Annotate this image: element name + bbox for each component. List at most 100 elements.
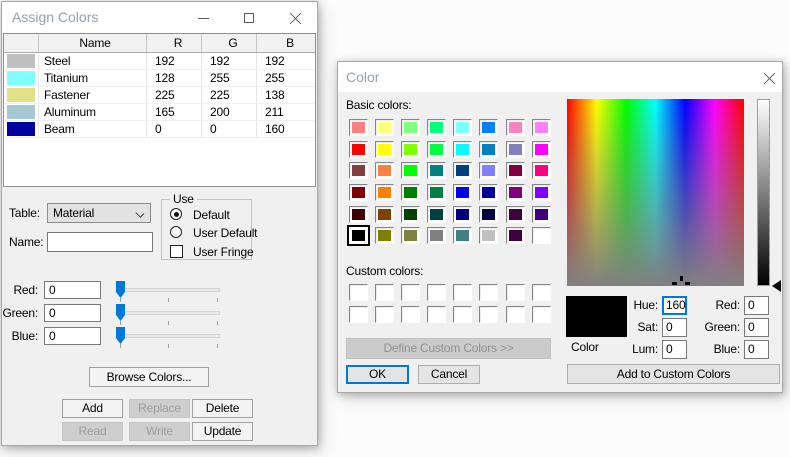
custom-color-swatch[interactable] bbox=[453, 306, 472, 323]
blue-input[interactable]: 0 bbox=[44, 327, 101, 345]
blue-slider-track[interactable] bbox=[117, 334, 220, 338]
basic-color-swatch[interactable] bbox=[427, 227, 446, 244]
basic-color-swatch[interactable] bbox=[401, 119, 420, 136]
header-b[interactable]: B bbox=[257, 34, 315, 52]
blue-field-input[interactable]: 0 bbox=[744, 340, 769, 359]
green-input[interactable]: 0 bbox=[44, 304, 101, 322]
basic-color-swatch[interactable] bbox=[427, 119, 446, 136]
radio-user-default-icon[interactable] bbox=[170, 226, 182, 238]
browse-colors-button[interactable]: Browse Colors... bbox=[89, 367, 209, 387]
basic-color-swatch[interactable] bbox=[401, 206, 420, 223]
assign-colors-titlebar[interactable]: Assign Colors bbox=[2, 2, 317, 33]
basic-color-swatch[interactable] bbox=[479, 162, 498, 179]
basic-color-swatch[interactable] bbox=[479, 206, 498, 223]
add-to-custom-colors-button[interactable]: Add to Custom Colors bbox=[567, 364, 780, 384]
table-row[interactable]: Titanium 128 255 255 bbox=[4, 70, 315, 87]
basic-color-swatch[interactable] bbox=[349, 206, 368, 223]
ok-button[interactable]: OK bbox=[346, 365, 409, 384]
header-r[interactable]: R bbox=[147, 34, 202, 52]
hue-saturation-field[interactable] bbox=[567, 99, 744, 286]
custom-color-swatch[interactable] bbox=[401, 284, 420, 301]
basic-color-swatch[interactable] bbox=[349, 227, 368, 244]
delete-button[interactable]: Delete bbox=[192, 399, 253, 418]
red-field-input[interactable]: 0 bbox=[744, 296, 769, 315]
basic-color-swatch[interactable] bbox=[532, 206, 551, 223]
custom-color-swatch[interactable] bbox=[479, 284, 498, 301]
custom-color-swatch[interactable] bbox=[375, 306, 394, 323]
basic-color-swatch[interactable] bbox=[532, 119, 551, 136]
custom-color-swatch[interactable] bbox=[506, 284, 525, 301]
basic-color-swatch[interactable] bbox=[375, 227, 394, 244]
basic-color-swatch[interactable] bbox=[532, 162, 551, 179]
custom-color-swatch[interactable] bbox=[401, 306, 420, 323]
close-icon[interactable] bbox=[764, 72, 776, 84]
basic-color-swatch[interactable] bbox=[532, 184, 551, 201]
table-row[interactable]: Beam 0 0 160 bbox=[4, 121, 315, 138]
custom-color-swatch[interactable] bbox=[532, 306, 551, 323]
material-color-table[interactable]: Name R G B Steel 192 192 192 Titanium 12… bbox=[3, 33, 316, 187]
basic-color-swatch[interactable] bbox=[506, 227, 525, 244]
custom-color-swatch[interactable] bbox=[427, 306, 446, 323]
basic-color-swatch[interactable] bbox=[401, 227, 420, 244]
basic-color-swatch[interactable] bbox=[427, 184, 446, 201]
basic-color-swatch[interactable] bbox=[453, 184, 472, 201]
basic-color-swatch[interactable] bbox=[453, 227, 472, 244]
maximize-icon[interactable] bbox=[244, 13, 254, 23]
basic-color-swatch[interactable] bbox=[479, 227, 498, 244]
basic-color-swatch[interactable] bbox=[349, 119, 368, 136]
basic-color-swatch[interactable] bbox=[532, 227, 551, 244]
basic-color-swatch[interactable] bbox=[349, 162, 368, 179]
minimize-icon[interactable] bbox=[198, 18, 209, 19]
basic-color-swatch[interactable] bbox=[506, 206, 525, 223]
basic-color-swatch[interactable] bbox=[453, 162, 472, 179]
luminance-bar[interactable] bbox=[757, 99, 770, 286]
cancel-button[interactable]: Cancel bbox=[418, 365, 480, 384]
checkbox-user-fringe-icon[interactable] bbox=[170, 245, 183, 258]
basic-color-swatch[interactable] bbox=[453, 141, 472, 158]
custom-color-swatch[interactable] bbox=[506, 306, 525, 323]
basic-color-swatch[interactable] bbox=[506, 119, 525, 136]
basic-color-swatch[interactable] bbox=[532, 141, 551, 158]
basic-color-swatch[interactable] bbox=[375, 162, 394, 179]
table-combobox[interactable]: Material bbox=[47, 203, 151, 223]
update-button[interactable]: Update bbox=[192, 422, 253, 441]
header-swatch[interactable] bbox=[4, 34, 39, 52]
basic-color-swatch[interactable] bbox=[401, 141, 420, 158]
table-row[interactable]: Steel 192 192 192 bbox=[4, 53, 315, 70]
table-row[interactable]: Aluminum 165 200 211 bbox=[4, 104, 315, 121]
luminance-arrow[interactable] bbox=[772, 280, 781, 292]
header-g[interactable]: G bbox=[202, 34, 257, 52]
custom-color-swatch[interactable] bbox=[479, 306, 498, 323]
basic-color-swatch[interactable] bbox=[506, 162, 525, 179]
name-input[interactable] bbox=[47, 232, 153, 252]
radio-default-icon[interactable] bbox=[170, 208, 182, 220]
basic-color-swatch[interactable] bbox=[427, 162, 446, 179]
basic-color-swatch[interactable] bbox=[401, 162, 420, 179]
color-dialog-titlebar[interactable]: Color bbox=[338, 62, 782, 92]
basic-color-swatch[interactable] bbox=[479, 119, 498, 136]
blue-slider-thumb[interactable] bbox=[116, 327, 125, 344]
basic-color-swatch[interactable] bbox=[349, 141, 368, 158]
table-row[interactable]: Fastener 225 225 138 bbox=[4, 87, 315, 104]
red-slider-track[interactable] bbox=[117, 288, 220, 292]
basic-color-swatch[interactable] bbox=[375, 119, 394, 136]
red-slider-thumb[interactable] bbox=[116, 281, 125, 298]
custom-color-swatch[interactable] bbox=[375, 284, 394, 301]
basic-color-swatch[interactable] bbox=[427, 206, 446, 223]
custom-color-swatch[interactable] bbox=[532, 284, 551, 301]
basic-color-swatch[interactable] bbox=[479, 141, 498, 158]
basic-color-swatch[interactable] bbox=[375, 184, 394, 201]
add-button[interactable]: Add bbox=[62, 399, 123, 418]
basic-color-swatch[interactable] bbox=[453, 119, 472, 136]
basic-color-swatch[interactable] bbox=[453, 206, 472, 223]
basic-color-swatch[interactable] bbox=[375, 206, 394, 223]
custom-color-swatch[interactable] bbox=[349, 284, 368, 301]
green-field-input[interactable]: 0 bbox=[744, 318, 769, 337]
red-input[interactable]: 0 bbox=[44, 281, 101, 299]
basic-color-swatch[interactable] bbox=[479, 184, 498, 201]
basic-color-swatch[interactable] bbox=[375, 141, 394, 158]
header-name[interactable]: Name bbox=[39, 34, 147, 52]
basic-color-swatch[interactable] bbox=[427, 141, 446, 158]
basic-color-swatch[interactable] bbox=[349, 184, 368, 201]
green-slider-track[interactable] bbox=[117, 311, 220, 315]
